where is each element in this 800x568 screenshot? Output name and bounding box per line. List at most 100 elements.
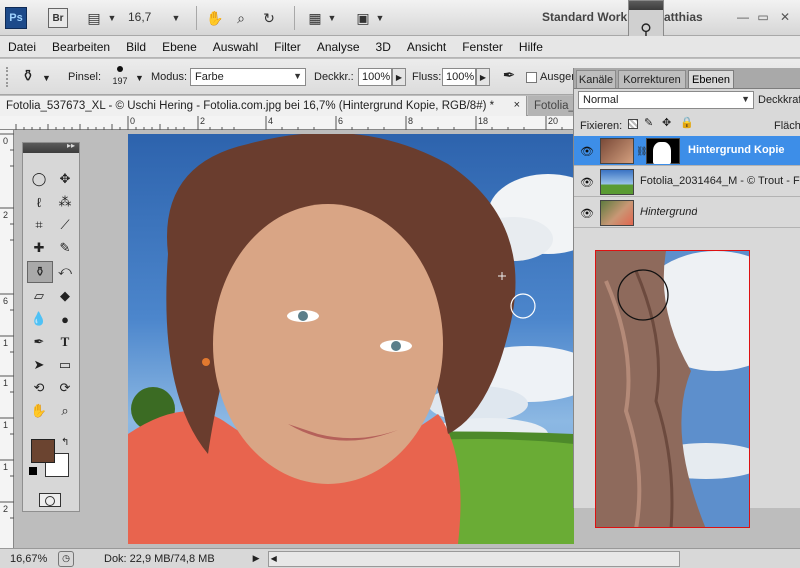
mode-select[interactable]: Farbe ▼ — [190, 68, 306, 86]
clone-stamp-tool-icon[interactable]: ⚱ — [27, 261, 53, 283]
magic-wand-tool-icon[interactable]: ⁂ — [53, 192, 77, 212]
document-tab-inactive[interactable]: Fotolia_20 — [528, 96, 575, 116]
chevron-down-icon[interactable]: ▼ — [135, 73, 144, 83]
lasso-tool-icon[interactable]: ℓ — [27, 192, 51, 212]
workspace-switcher[interactable]: Standard Work — [542, 10, 627, 24]
layer-thumbnail[interactable] — [600, 138, 634, 164]
restore-button[interactable]: ▭ — [754, 9, 772, 25]
pen-tool-icon[interactable]: ✒ — [27, 332, 51, 352]
menu-bearbeiten[interactable]: Bearbeiten — [44, 40, 118, 54]
vertical-ruler[interactable]: 0 2 6 1 1 1 1 2 — [0, 130, 14, 548]
menu-datei[interactable]: Datei — [0, 40, 44, 54]
eyedropper-tool-icon[interactable]: ⟋ — [53, 215, 77, 235]
layer-thumbnail[interactable] — [600, 169, 634, 195]
horizontal-ruler[interactable]: 0 2 4 6 8 18 20 — [0, 116, 575, 130]
menu-filter[interactable]: Filter — [266, 40, 309, 54]
scroll-left-icon[interactable]: ◀ — [271, 554, 279, 563]
tab-channels[interactable]: Kanäle — [576, 70, 616, 88]
3d-rotate-tool-icon[interactable]: ⟲ — [27, 378, 51, 398]
zoom-tool-icon[interactable]: ⌕ — [230, 8, 252, 28]
tab-layers[interactable]: Ebenen — [688, 70, 734, 88]
menu-ansicht[interactable]: Ansicht — [399, 40, 454, 54]
layer-row[interactable]: 👁 Hintergrund — [574, 198, 800, 228]
hand-tool-icon[interactable]: ✋ — [27, 401, 51, 421]
foreground-color-swatch[interactable] — [31, 439, 55, 463]
layer-name[interactable]: Hintergrund — [640, 206, 697, 218]
zoom-dropdown-icon[interactable]: ▼ — [170, 8, 182, 28]
status-menu-icon[interactable]: ◷ — [58, 550, 74, 567]
default-colors-icon[interactable] — [29, 467, 37, 475]
arrange-documents-icon[interactable]: ▦ — [304, 8, 326, 28]
crop-tool-icon[interactable]: ⌗ — [27, 215, 51, 235]
menu-3d[interactable]: 3D — [368, 40, 399, 54]
quick-mask-button[interactable] — [39, 493, 61, 507]
video-icon[interactable]: ▤ — [82, 8, 106, 28]
opacity-input[interactable]: 100% — [358, 68, 392, 86]
opacity-slider-button[interactable]: ▶ — [392, 68, 406, 86]
minimize-button[interactable]: — — [734, 9, 752, 25]
menu-ebene[interactable]: Ebene — [154, 40, 205, 54]
tool-preset-chevron-icon[interactable]: ▼ — [42, 73, 51, 83]
tab-adjustments[interactable]: Korrekturen — [618, 70, 686, 88]
menu-hilfe[interactable]: Hilfe — [511, 40, 551, 54]
path-selection-tool-icon[interactable]: ➤ — [27, 355, 51, 375]
screen-mode-icon[interactable]: ▣ — [352, 8, 374, 28]
lock-position-icon[interactable]: ✥ — [662, 116, 671, 129]
blend-mode-select[interactable]: Normal ▼ — [578, 91, 754, 109]
menu-analyse[interactable]: Analyse — [309, 40, 368, 54]
3d-orbit-tool-icon[interactable]: ⟳ — [53, 378, 77, 398]
status-arrow-icon[interactable]: ▶ — [253, 553, 260, 564]
clone-stamp-tool-icon[interactable]: ⚱ — [16, 66, 40, 88]
horizontal-scrollbar[interactable]: ◀ — [267, 550, 680, 567]
layer-name[interactable]: Fotolia_2031464_M - © Trout - Foto — [640, 175, 800, 187]
close-tab-icon[interactable]: × — [514, 99, 520, 111]
airbrush-icon[interactable]: ✒ — [498, 66, 520, 88]
chevron-down-icon[interactable]: ▼ — [374, 8, 386, 28]
flow-slider-button[interactable]: ▶ — [476, 68, 490, 86]
options-grip[interactable] — [6, 67, 10, 87]
layer-row[interactable]: 👁 Fotolia_2031464_M - © Trout - Foto — [574, 167, 800, 197]
flow-input[interactable]: 100% — [442, 68, 476, 86]
layer-thumbnail[interactable] — [600, 200, 634, 226]
visibility-eye-icon[interactable]: 👁 — [580, 145, 594, 158]
collapse-icon[interactable]: ▸▸ — [67, 141, 75, 150]
marquee-tool-icon[interactable]: ◯ — [27, 169, 51, 189]
hand-tool-icon[interactable]: ✋ — [204, 8, 226, 28]
close-button[interactable]: ✕ — [776, 9, 794, 25]
lock-transparency-icon[interactable] — [628, 119, 638, 129]
rotate-view-icon[interactable]: ↻ — [258, 8, 280, 28]
swap-colors-icon[interactable]: ↰ — [61, 437, 69, 448]
brush-tool-icon[interactable]: ✎ — [53, 238, 77, 258]
eraser-tool-icon[interactable]: ▱ — [27, 286, 51, 306]
layer-name[interactable]: Hintergrund Kopie — [688, 144, 785, 156]
move-tool-icon[interactable]: ✥ — [53, 169, 77, 189]
aligned-checkbox[interactable] — [526, 72, 537, 83]
chevron-down-icon[interactable]: ▼ — [106, 8, 118, 28]
tools-panel-header[interactable]: ▸▸ — [23, 141, 79, 153]
zoom-tool-icon[interactable]: ⌕ — [53, 401, 77, 421]
lock-all-icon[interactable]: 🔒 — [680, 116, 694, 129]
paint-bucket-tool-icon[interactable]: ◆ — [53, 286, 77, 306]
type-tool-icon[interactable]: T — [53, 332, 77, 352]
panel-grip[interactable] — [629, 1, 663, 10]
shape-tool-icon[interactable]: ▭ — [53, 355, 77, 375]
layer-mask-thumbnail[interactable] — [646, 138, 680, 164]
zoom-status[interactable]: 16,67% — [10, 553, 50, 565]
menu-fenster[interactable]: Fenster — [454, 40, 511, 54]
chevron-down-icon[interactable]: ▼ — [326, 8, 338, 28]
document-canvas[interactable] — [128, 134, 574, 544]
layer-row[interactable]: 👁 ⛓ Hintergrund Kopie — [574, 136, 800, 166]
lock-pixels-icon[interactable]: ✎ — [644, 116, 653, 129]
bridge-button[interactable]: Br — [48, 8, 68, 28]
brush-preset-picker[interactable]: 197 — [108, 63, 132, 91]
healing-brush-tool-icon[interactable]: ✚ — [27, 238, 51, 258]
menu-bild[interactable]: Bild — [118, 40, 154, 54]
document-tab-active[interactable]: Fotolia_537673_XL - © Uschi Hering - Fot… — [0, 96, 527, 116]
visibility-eye-icon[interactable]: 👁 — [580, 207, 594, 220]
dodge-tool-icon[interactable]: ● — [53, 309, 77, 329]
menu-auswahl[interactable]: Auswahl — [205, 40, 266, 54]
blur-tool-icon[interactable]: 💧 — [27, 309, 51, 329]
visibility-eye-icon[interactable]: 👁 — [580, 176, 594, 189]
history-brush-tool-icon[interactable]: ⤺ — [53, 261, 77, 281]
zoom-level-field[interactable]: 16,7 — [128, 10, 151, 24]
